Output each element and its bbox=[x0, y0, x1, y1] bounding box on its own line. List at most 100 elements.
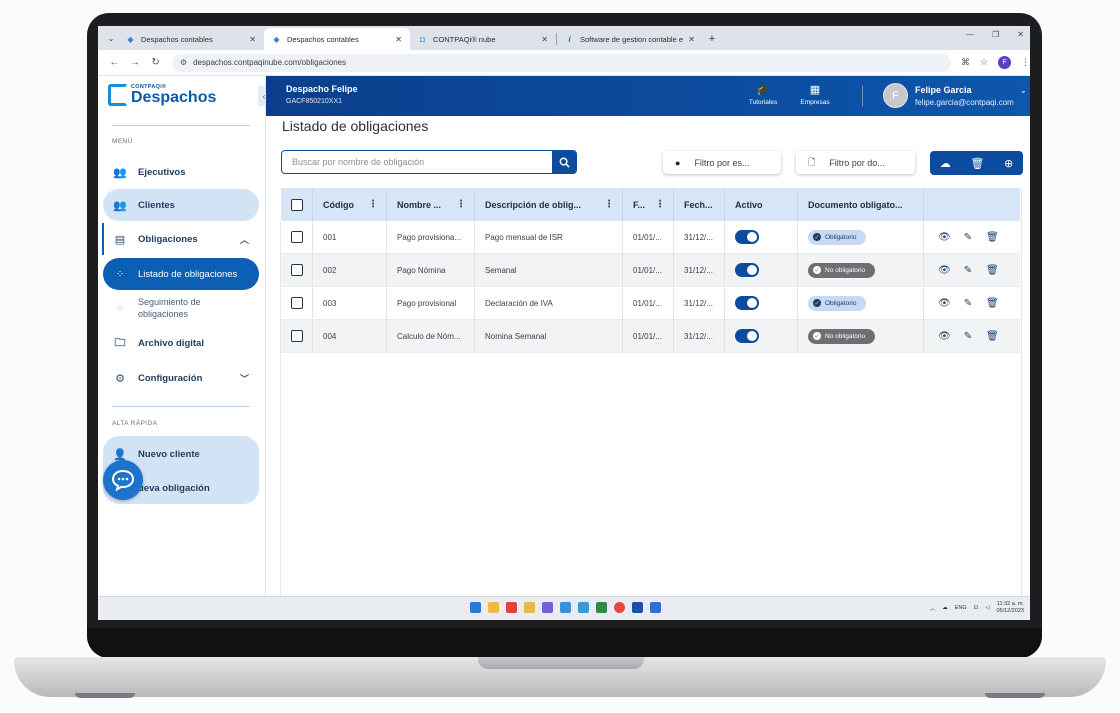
sidebar-item-listado-obligaciones[interactable]: ⁘ Listado de obligaciones bbox=[103, 258, 259, 290]
reload-icon[interactable]: ↻ bbox=[145, 57, 166, 68]
close-icon[interactable]: ✕ bbox=[395, 35, 402, 44]
contpaqi-despachos-logo[interactable]: CONTPAQi® Despachos bbox=[108, 84, 216, 106]
chrome-icon[interactable] bbox=[614, 602, 625, 613]
row-checkbox[interactable] bbox=[290, 330, 303, 342]
view-eye-icon[interactable]: 👁 bbox=[938, 298, 951, 309]
search-input[interactable] bbox=[282, 151, 552, 173]
sidebar: CONTPAQi® Despachos ‹ MENÚ 👥 Ejecutivos … bbox=[98, 76, 270, 596]
address-bar[interactable]: ⚙ despachos.contpaqinube.com/obligacione… bbox=[171, 53, 951, 72]
translate-icon[interactable]: ⌘ bbox=[961, 57, 970, 68]
delete-trash-icon[interactable]: 🗑 bbox=[986, 331, 999, 342]
row-checkbox[interactable] bbox=[290, 297, 303, 309]
app-icon[interactable] bbox=[596, 602, 607, 613]
view-eye-icon[interactable]: 👁 bbox=[938, 232, 951, 243]
app-icon[interactable] bbox=[542, 602, 553, 613]
table-row[interactable]: 001 Pago provisiona... Pago mensual de I… bbox=[281, 221, 1020, 254]
column-menu-icon[interactable]: ⋮ bbox=[368, 199, 378, 210]
trash-icon[interactable]: 🗑 bbox=[970, 157, 984, 170]
active-toggle[interactable] bbox=[735, 230, 759, 244]
col-documento[interactable]: Documento obligato... bbox=[798, 188, 924, 221]
view-eye-icon[interactable]: 👁 bbox=[938, 265, 951, 276]
sidebar-item-archivo-digital[interactable]: 🗀 Archivo digital bbox=[103, 327, 259, 359]
filter-document-button[interactable]: 🗋 Filtro por do... bbox=[796, 151, 915, 174]
browser-tab-1[interactable]: ◆ Despachos contables ✕ bbox=[118, 28, 264, 50]
chevron-down-icon[interactable]: ⌄ bbox=[1020, 86, 1027, 95]
sidebar-item-configuracion[interactable]: ⚙ Configuración ﹀ bbox=[103, 362, 259, 394]
sidebar-item-seguimiento[interactable]: ⁘ Seguimiento de obligaciones bbox=[103, 296, 259, 320]
select-all-checkbox[interactable] bbox=[290, 198, 303, 211]
close-icon[interactable]: ✕ bbox=[688, 35, 695, 44]
col-descripcion[interactable]: Descripción de oblig... ⋮ bbox=[475, 188, 623, 221]
browser-tab-3[interactable]: ◘ CONTPAQi® nube ✕ bbox=[410, 28, 556, 50]
app-icon[interactable] bbox=[632, 602, 643, 613]
dot-icon: ⁘ bbox=[117, 271, 123, 278]
user-avatar[interactable]: F bbox=[883, 83, 908, 108]
col-codigo[interactable]: Código ⋮ bbox=[313, 188, 387, 221]
back-arrow-icon[interactable]: ← bbox=[104, 57, 125, 68]
close-icon[interactable]: ✕ bbox=[249, 35, 256, 44]
app-icon[interactable] bbox=[506, 602, 517, 613]
network-icon[interactable]: ⊡ bbox=[974, 605, 979, 611]
close-icon[interactable]: ✕ bbox=[541, 35, 548, 44]
table-row[interactable]: 003 Pago provisional Declaración de IVA … bbox=[281, 287, 1020, 320]
cloud-upload-icon[interactable]: ☁ bbox=[940, 157, 951, 170]
active-toggle[interactable] bbox=[735, 263, 759, 277]
new-tab-icon[interactable]: + bbox=[703, 28, 721, 50]
user-name[interactable]: Felipe Garcia bbox=[915, 85, 972, 95]
search-button[interactable] bbox=[552, 151, 576, 173]
edit-pencil-icon[interactable]: ✎ bbox=[962, 331, 974, 342]
delete-trash-icon[interactable]: 🗑 bbox=[986, 265, 999, 276]
edit-pencil-icon[interactable]: ✎ bbox=[962, 298, 974, 309]
col-activo[interactable]: Activo bbox=[725, 188, 798, 221]
edit-pencil-icon[interactable]: ✎ bbox=[962, 265, 974, 276]
sidebar-item-ejecutivos[interactable]: 👥 Ejecutivos bbox=[103, 156, 259, 188]
filter-status-button[interactable]: ● Filtro por es... bbox=[663, 151, 781, 174]
sidebar-item-obligaciones[interactable]: ▤ Obligaciones ︿ bbox=[103, 223, 259, 255]
screen: ⌄ ◆ Despachos contables ✕ ◆ Despachos co… bbox=[98, 26, 1030, 620]
cloud-icon[interactable]: ☁ bbox=[942, 605, 948, 611]
forward-arrow-icon[interactable]: → bbox=[125, 57, 146, 68]
table-row[interactable]: 002 Pago Nómina Semanal 01/01/... 31/12/… bbox=[281, 254, 1020, 287]
site-info-icon[interactable]: ⚙ bbox=[180, 58, 187, 67]
app-icon[interactable] bbox=[524, 602, 535, 613]
close-window-icon[interactable]: ✕ bbox=[1017, 30, 1024, 39]
browser-tab-4[interactable]: i Software de gestion contable e ✕ bbox=[557, 28, 703, 50]
column-menu-icon[interactable]: ⋮ bbox=[655, 199, 665, 210]
browser-tab-2[interactable]: ◆ Despachos contables ✕ bbox=[264, 28, 410, 50]
file-explorer-icon[interactable] bbox=[488, 602, 499, 613]
chevron-up-icon[interactable]: ︿ bbox=[930, 604, 936, 612]
column-menu-icon[interactable]: ⋮ bbox=[604, 199, 614, 210]
minimize-icon[interactable]: — bbox=[966, 30, 974, 39]
clock[interactable]: 11:32 a. m. 05/12/2023 bbox=[996, 601, 1024, 615]
chat-button[interactable] bbox=[103, 460, 143, 500]
empresas-button[interactable]: ▦ Empresas bbox=[795, 84, 835, 106]
profile-avatar[interactable]: F bbox=[998, 56, 1012, 69]
windows-start-icon[interactable] bbox=[470, 602, 481, 613]
column-menu-icon[interactable]: ⋮ bbox=[456, 199, 466, 210]
col-nombre[interactable]: Nombre ... ⋮ bbox=[387, 188, 475, 221]
sidebar-item-clientes[interactable]: 👥 Clientes bbox=[103, 189, 259, 221]
tutoriales-button[interactable]: 🎓 Tutoriales bbox=[743, 84, 783, 106]
row-checkbox[interactable] bbox=[290, 264, 303, 276]
language-indicator[interactable]: ENG bbox=[955, 605, 967, 611]
col-fecha-fin[interactable]: Fech... bbox=[674, 188, 725, 221]
edit-pencil-icon[interactable]: ✎ bbox=[962, 232, 974, 243]
delete-trash-icon[interactable]: 🗑 bbox=[986, 298, 999, 309]
tab-search-chevron-icon[interactable]: ⌄ bbox=[104, 26, 118, 50]
volume-icon[interactable]: ◁ bbox=[985, 605, 989, 611]
delete-trash-icon[interactable]: 🗑 bbox=[986, 232, 999, 243]
active-toggle[interactable] bbox=[735, 296, 759, 310]
table-row[interactable]: 004 Calculo de Nóm... Nomina Semanal 01/… bbox=[281, 320, 1020, 353]
active-toggle[interactable] bbox=[735, 329, 759, 343]
app-icon[interactable] bbox=[650, 602, 661, 613]
maximize-icon[interactable]: ❐ bbox=[992, 30, 999, 39]
col-label: Documento obligato... bbox=[808, 199, 903, 210]
row-checkbox[interactable] bbox=[290, 231, 303, 243]
more-menu-icon[interactable]: ⋮ bbox=[1021, 57, 1030, 68]
add-circle-icon[interactable]: ⊕ bbox=[1004, 157, 1013, 170]
app-icon[interactable] bbox=[560, 602, 571, 613]
app-icon[interactable] bbox=[578, 602, 589, 613]
view-eye-icon[interactable]: 👁 bbox=[938, 331, 951, 342]
col-fecha-inicio[interactable]: F... ⋮ bbox=[623, 188, 674, 221]
bookmark-star-icon[interactable]: ☆ bbox=[980, 57, 988, 68]
